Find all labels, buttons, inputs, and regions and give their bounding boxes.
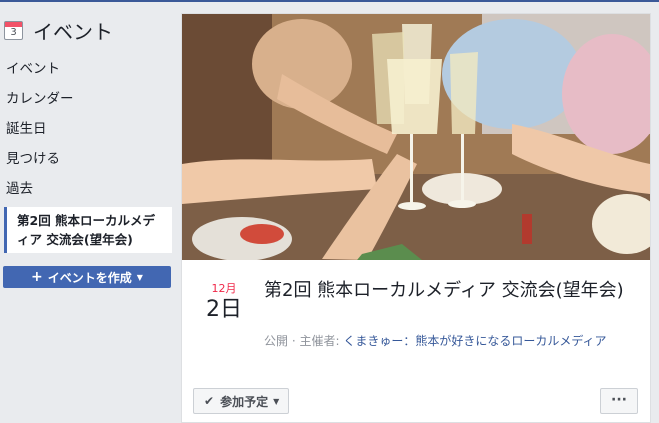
sidebar-item-discover[interactable]: 見つける — [0, 144, 176, 174]
going-button[interactable]: ✔ 参加予定 ▼ — [193, 388, 289, 414]
more-options-button[interactable]: ··· — [600, 388, 638, 414]
event-host-link[interactable]: くまきゅー：熊本が好きになるローカルメディア — [343, 334, 606, 348]
create-event-label: イベントを作成 — [47, 270, 132, 285]
event-cover-photo — [182, 14, 650, 260]
sidebar: 3 イベント イベント カレンダー 誕生日 見つける 過去 第2回 熊本ローカル… — [0, 2, 176, 423]
create-event-button[interactable]: + イベントを作成 ▼ — [3, 266, 171, 288]
event-date-month: 12月 — [211, 282, 237, 295]
sidebar-item-events[interactable]: イベント — [0, 54, 176, 84]
going-label: 参加予定 — [220, 394, 269, 409]
plus-icon: + — [31, 269, 43, 285]
calendar-icon: 3 — [4, 20, 23, 40]
sidebar-item-birthdays[interactable]: 誕生日 — [0, 114, 176, 144]
sidebar-header: 3 イベント — [4, 16, 113, 44]
event-title[interactable]: 第2回 熊本ローカルメディア 交流会(望年会) — [264, 279, 634, 303]
sidebar-item-past[interactable]: 過去 — [0, 174, 176, 204]
event-host-prefix: 主催者: — [299, 334, 340, 348]
chevron-down-icon: ▼ — [273, 396, 280, 406]
sidebar-item-calendar[interactable]: カレンダー — [0, 84, 176, 114]
check-icon: ✔ — [204, 394, 215, 408]
event-visibility: 公開 — [264, 334, 289, 348]
event-date: 12月 2日 — [204, 282, 244, 324]
event-date-day: 2日 — [206, 297, 242, 322]
sidebar-item-selected-event[interactable]: 第2回 熊本ローカルメディア 交流会(望年会) — [4, 207, 172, 253]
sidebar-nav: イベント カレンダー 誕生日 見つける 過去 — [0, 54, 176, 204]
sidebar-title: イベント — [33, 19, 113, 44]
event-meta: 公開 · 主催者: くまきゅー：熊本が好きになるローカルメディア — [264, 332, 639, 350]
event-card: 12月 2日 第2回 熊本ローカルメディア 交流会(望年会) 公開 · 主催者:… — [181, 13, 651, 423]
toast-glasses-illustration — [182, 14, 650, 260]
chevron-down-icon: ▼ — [136, 272, 143, 282]
